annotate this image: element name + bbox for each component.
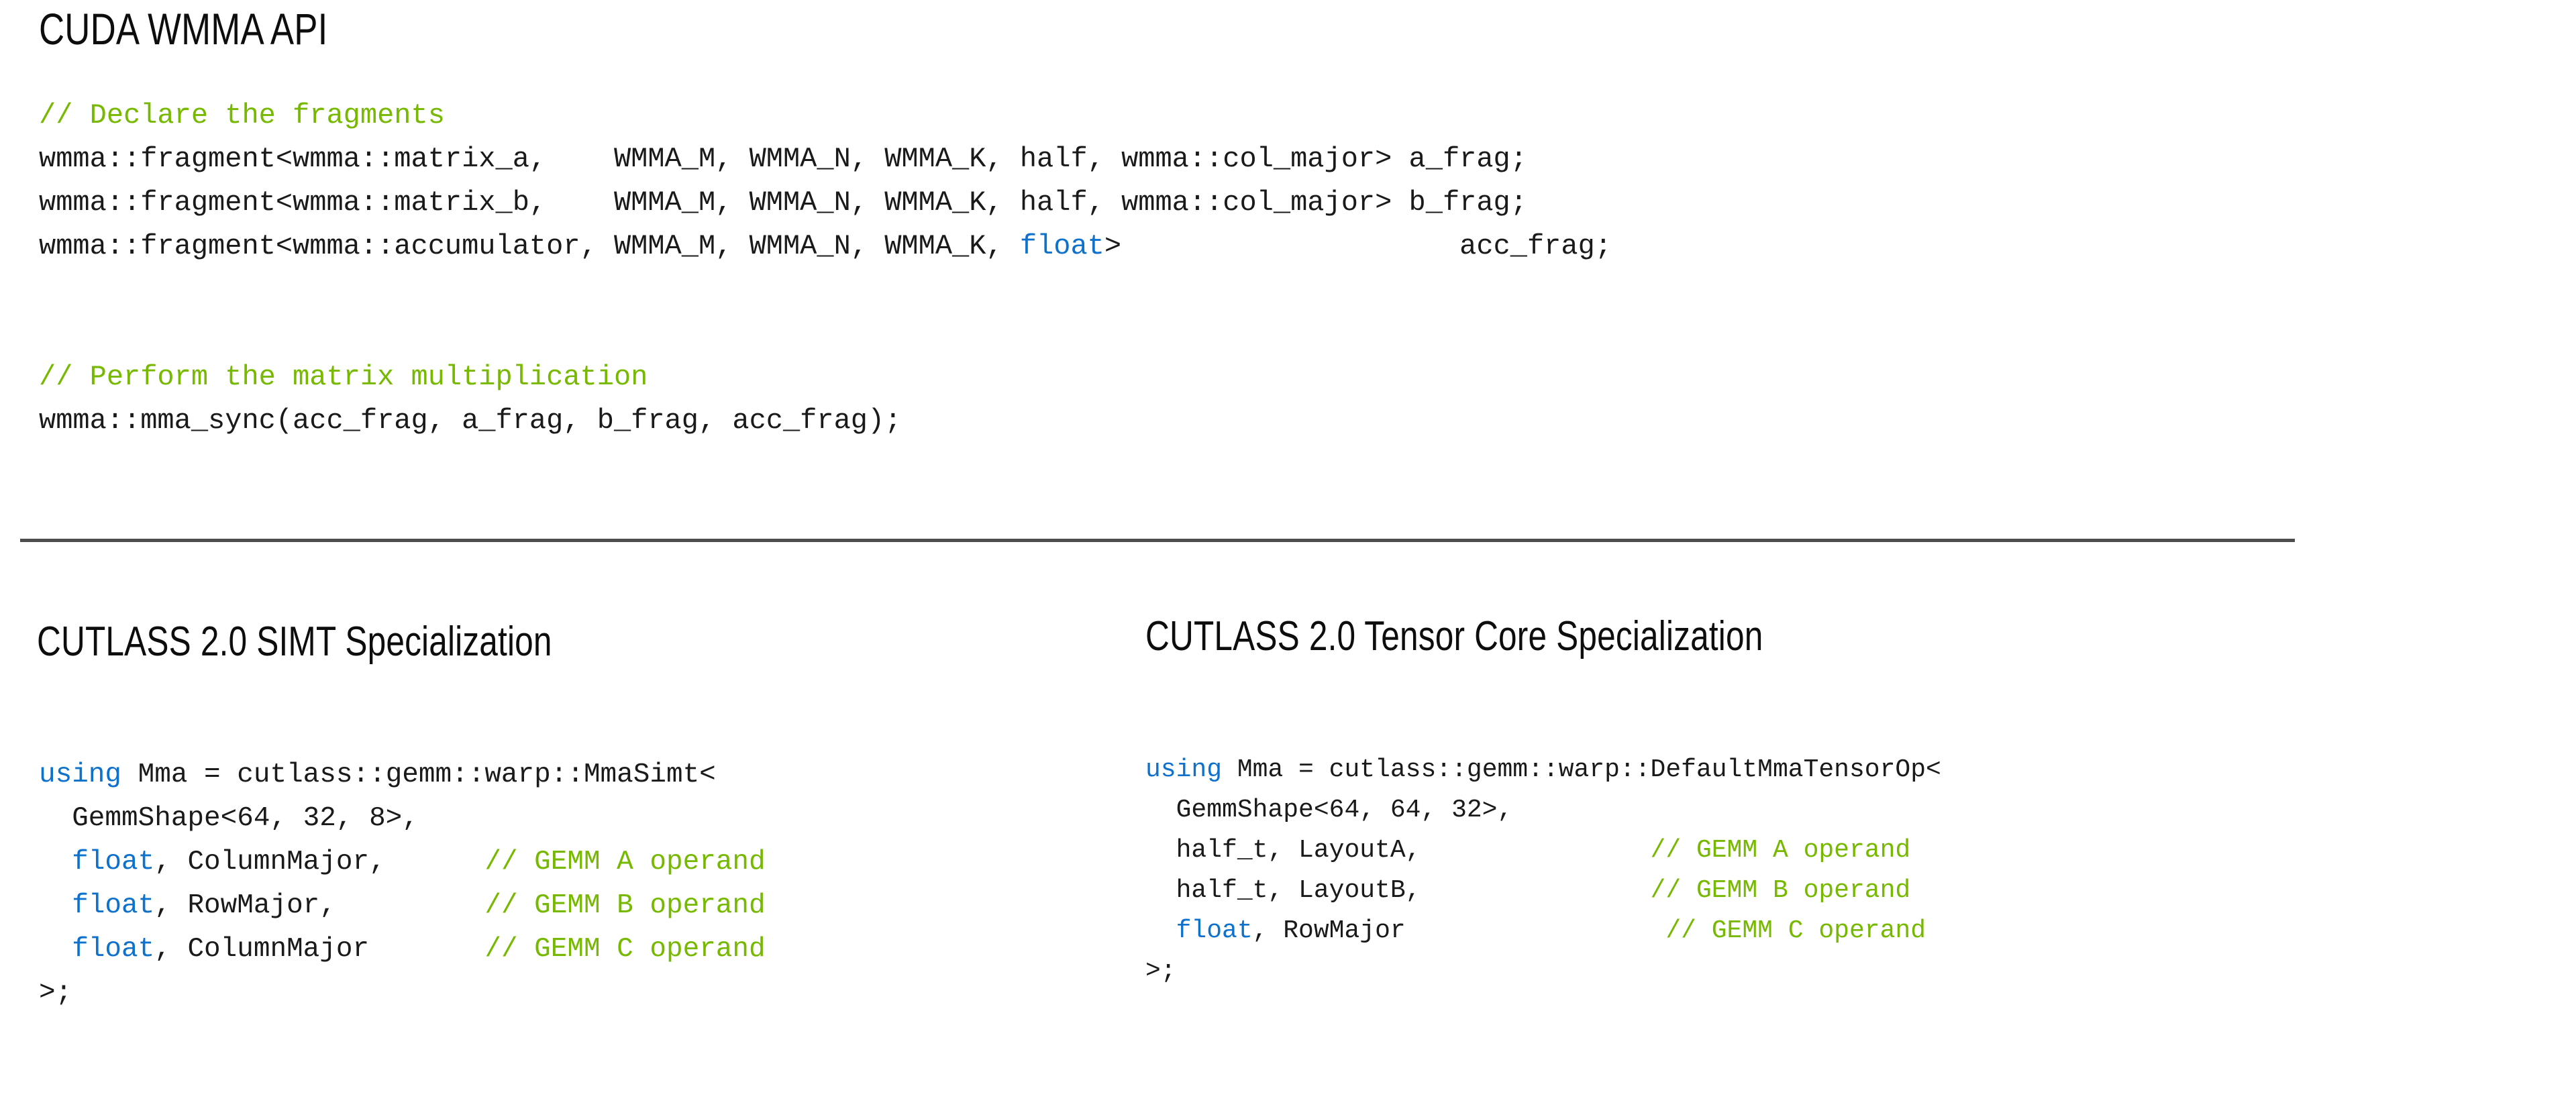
code-token: , ColumnMajor bbox=[154, 934, 485, 965]
code-token: wmma::fragment<wmma::accumulator, WMMA_M… bbox=[39, 230, 1020, 262]
code-token: >; bbox=[39, 977, 72, 1008]
section-divider bbox=[20, 539, 2295, 542]
code-token: > acc_frag; bbox=[1104, 230, 1612, 262]
code-block-cutlass-simt: using Mma = cutlass::gemm::warp::MmaSimt… bbox=[39, 753, 766, 1015]
code-token: float bbox=[72, 934, 155, 965]
code-token: using bbox=[1145, 755, 1223, 784]
section-title-cutlass-simt: CUTLASS 2.0 SIMT Specialization bbox=[37, 619, 552, 665]
code-block-cuda-wmma: // Declare the fragments wmma::fragment<… bbox=[39, 94, 1612, 443]
code-token: , RowMajor bbox=[1252, 916, 1666, 945]
code-token: half_t, LayoutA, bbox=[1145, 836, 1651, 865]
code-token: // GEMM A operand bbox=[484, 847, 766, 877]
code-token: float bbox=[72, 890, 155, 921]
code-token: half_t, LayoutB, bbox=[1145, 876, 1651, 905]
code-token: , RowMajor, bbox=[154, 890, 485, 921]
code-token: float bbox=[72, 847, 155, 877]
section-title-cutlass-tensor-core: CUTLASS 2.0 Tensor Core Specialization bbox=[1145, 613, 1763, 659]
code-token: // Declare the fragments bbox=[39, 99, 445, 131]
code-token: GemmShape<64, 64, 32>, bbox=[1145, 796, 1513, 825]
code-token: >; bbox=[1145, 957, 1176, 986]
code-token: wmma::fragment<wmma::matrix_b, WMMA_M, W… bbox=[39, 187, 1527, 219]
code-token: // GEMM A operand bbox=[1650, 836, 1911, 865]
code-token: float bbox=[1019, 230, 1104, 262]
code-token: Mma = cutlass::gemm::warp::DefaultMmaTen… bbox=[1222, 755, 1941, 784]
code-token: Mma = cutlass::gemm::warp::MmaSimt< bbox=[121, 759, 716, 790]
code-token: // GEMM B operand bbox=[1650, 876, 1911, 905]
slide-canvas: CUDA WMMA API // Declare the fragments w… bbox=[0, 0, 2576, 1117]
code-token: float bbox=[1176, 916, 1253, 945]
code-token: wmma::mma_sync(acc_frag, a_frag, b_frag,… bbox=[39, 405, 902, 437]
code-token: // GEMM C operand bbox=[1665, 916, 1926, 945]
code-token: // Perform the matrix multiplication bbox=[39, 361, 648, 393]
code-token: // GEMM C operand bbox=[484, 934, 766, 965]
code-token: , ColumnMajor, bbox=[154, 847, 485, 877]
code-token: // GEMM B operand bbox=[484, 890, 766, 921]
code-token: GemmShape<64, 32, 8>, bbox=[39, 803, 419, 834]
code-token: wmma::fragment<wmma::matrix_a, WMMA_M, W… bbox=[39, 143, 1527, 175]
code-block-cutlass-tensor-core: using Mma = cutlass::gemm::warp::Default… bbox=[1145, 750, 1941, 992]
code-token: using bbox=[39, 759, 122, 790]
page-title-cuda-wmma-api: CUDA WMMA API bbox=[39, 4, 328, 54]
